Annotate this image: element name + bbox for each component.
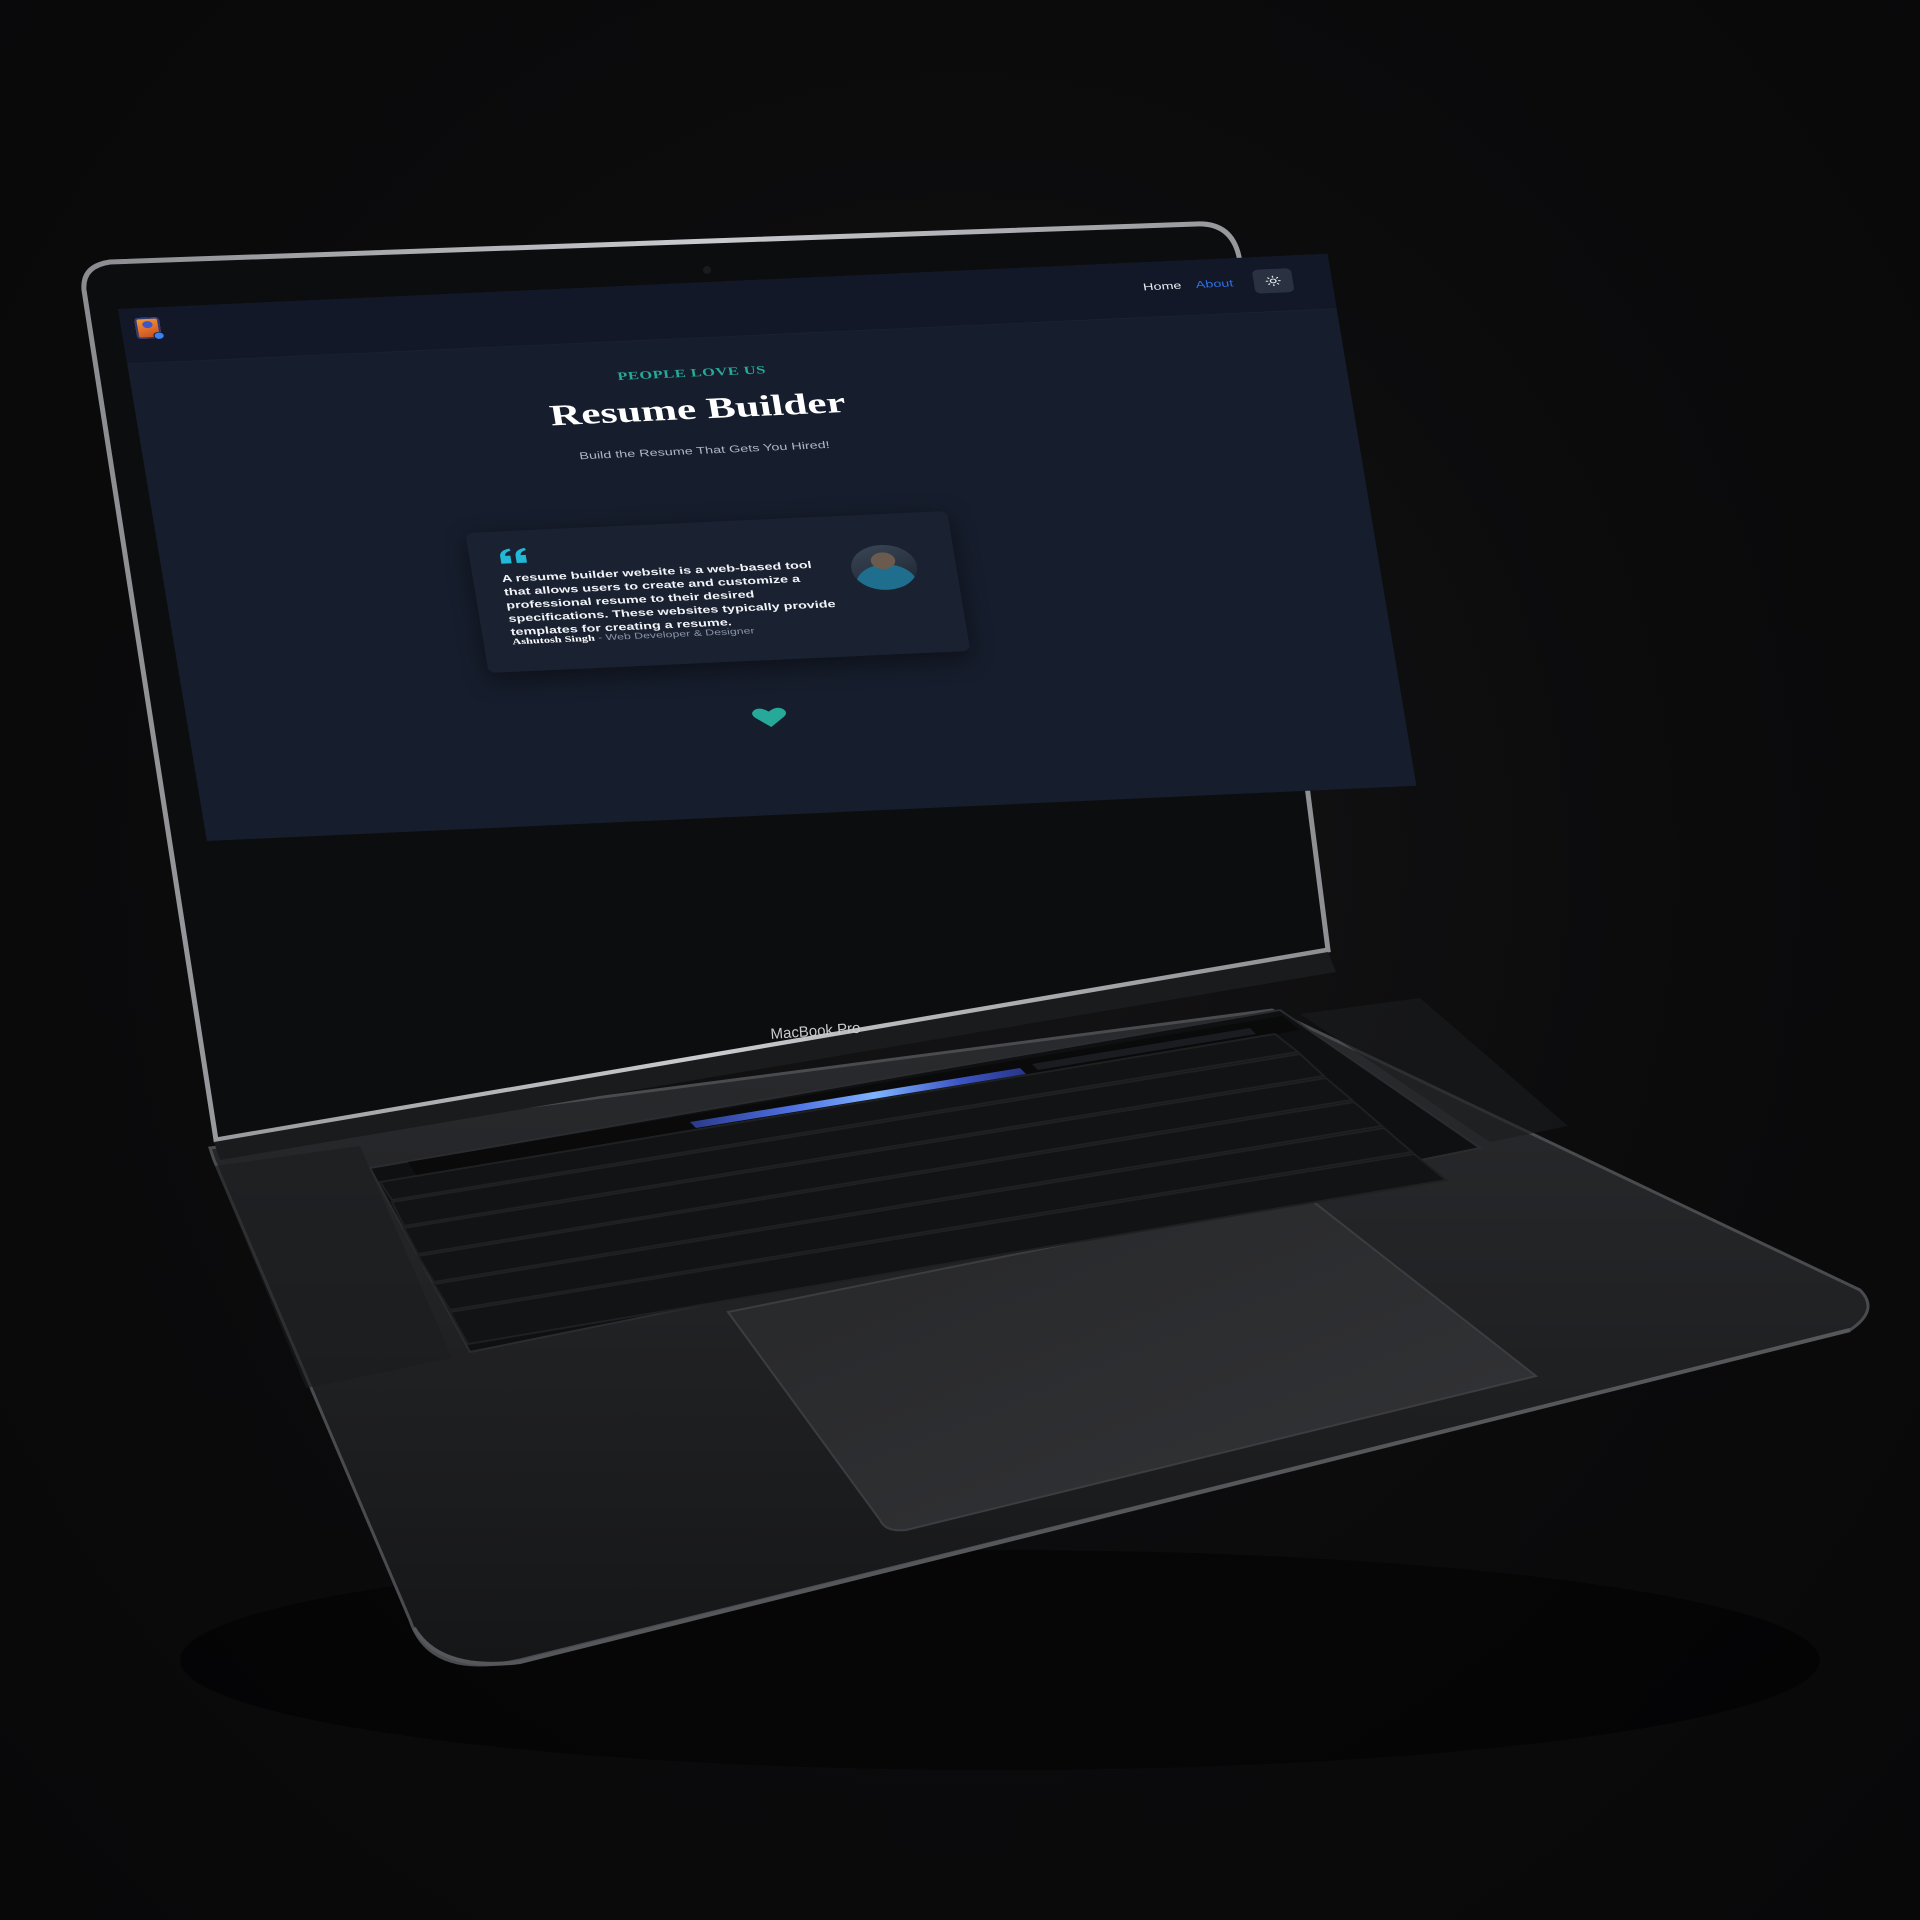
theme-toggle-button[interactable]	[1251, 268, 1295, 294]
nav-link-about[interactable]: About	[1195, 277, 1234, 290]
testimonial-card: A resume builder website is a web-based …	[465, 510, 971, 673]
sun-icon	[1265, 275, 1281, 287]
quote-icon	[500, 547, 527, 564]
testimonial-text: A resume builder website is a web-based …	[500, 558, 837, 638]
nav-links: Home About	[1142, 277, 1234, 292]
browser-viewport: Home About PEOPLE LOVE US Resume Builder…	[118, 253, 1417, 841]
resume-logo-icon[interactable]	[133, 317, 163, 340]
heart-icon[interactable]	[751, 706, 789, 729]
camera-icon	[703, 266, 711, 274]
nav-link-home[interactable]: Home	[1142, 280, 1182, 293]
avatar	[847, 543, 921, 592]
scene: MacBook Pro Home About PEOPLE LOVE US Re…	[0, 0, 1920, 1920]
testimonial-section: PEOPLE LOVE US Resume Builder Build the …	[132, 338, 1356, 481]
